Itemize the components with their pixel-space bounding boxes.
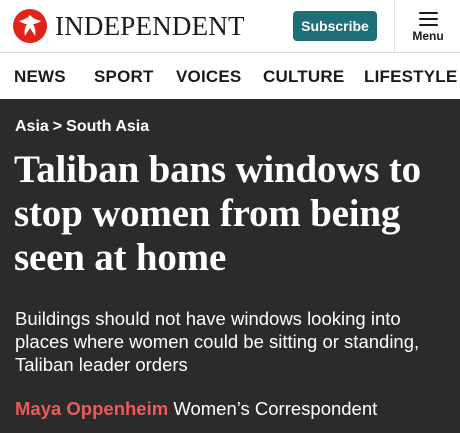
article-standfirst: Buildings should not have windows lookin… [15,308,420,375]
nav-item-news[interactable]: NEWS [14,67,66,87]
section-nav: NEWS SPORT VOICES CULTURE LIFESTYLE [0,53,460,99]
breadcrumb-link-asia[interactable]: Asia [15,118,49,135]
author-role: Women’s Correspondent [173,398,378,419]
site-brand-name: INDEPENDENT [55,11,245,41]
menu-label: Menu [412,29,444,43]
menu-button[interactable]: Menu [400,6,456,48]
hamburger-menu-icon [418,12,438,30]
breadcrumb: Asia > South Asia [15,118,149,136]
header-divider [394,0,395,52]
site-header: INDEPENDENT Subscribe Menu [0,0,460,53]
subscribe-button[interactable]: Subscribe [293,11,377,41]
breadcrumb-separator: > [52,118,63,135]
author-name-link[interactable]: Maya Oppenheim [15,398,168,419]
nav-item-sport[interactable]: SPORT [94,67,154,87]
article-headline: Taliban bans windows to stop women from … [14,148,421,279]
nav-item-lifestyle[interactable]: LIFESTYLE [364,67,457,87]
article-byline: Maya Oppenheim Women’s Correspondent [15,398,377,420]
eagle-logo-icon [13,9,47,43]
site-logo[interactable]: INDEPENDENT [13,9,245,43]
nav-item-culture[interactable]: CULTURE [263,67,344,87]
breadcrumb-link-south-asia[interactable]: South Asia [66,118,149,135]
nav-item-voices[interactable]: VOICES [176,67,241,87]
